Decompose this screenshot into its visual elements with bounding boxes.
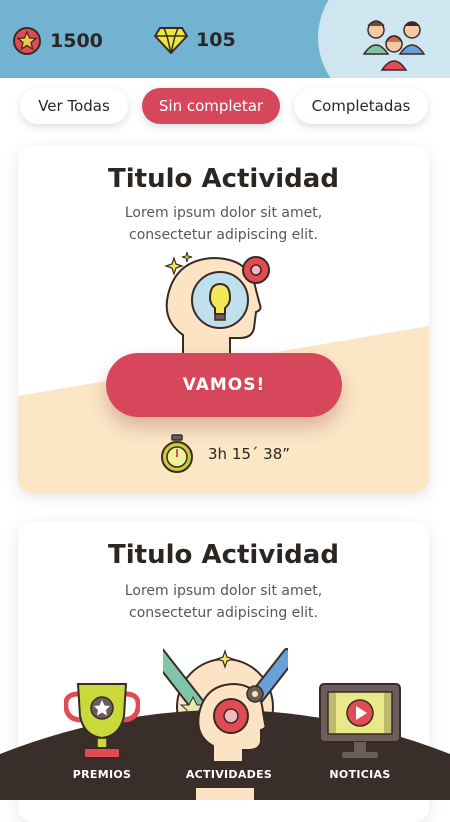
gem-icon xyxy=(154,27,188,54)
idea-head-icon xyxy=(164,251,270,360)
brain-gear-icon xyxy=(197,682,267,762)
filter-completed[interactable]: Completadas xyxy=(294,88,428,124)
filter-incomplete[interactable]: Sin completar xyxy=(142,88,280,124)
nav-label-noticias: NOTICIAS xyxy=(329,768,391,781)
gems-counter[interactable]: 105 xyxy=(154,26,236,54)
gems-value: 105 xyxy=(196,29,236,51)
nav-noticias[interactable]: NOTICIAS xyxy=(300,680,420,800)
nav-actividades[interactable]: ACTIVIDADES xyxy=(169,680,289,800)
card-timer: 3h 15´ 38” xyxy=(160,434,290,474)
video-screen-icon xyxy=(319,683,401,758)
nav-premios[interactable]: PREMIOS xyxy=(42,680,162,800)
top-bar: 1500 105 xyxy=(0,0,450,78)
activity-card[interactable]: Titulo Actividad Lorem ipsum dolor sit a… xyxy=(18,146,429,493)
card-desc-line2: consectetur adipiscing elit. xyxy=(129,227,318,243)
go-button[interactable]: VAMOS! xyxy=(106,353,342,417)
nav-label-actividades: ACTIVIDADES xyxy=(185,768,273,781)
stopwatch-icon xyxy=(161,434,193,473)
bottom-navigation: PREMIOS ACTIVIDADES NOTICIAS xyxy=(0,680,450,800)
card-desc-line2: consectetur adipiscing elit. xyxy=(129,605,318,621)
card-title: Titulo Actividad xyxy=(108,540,339,570)
timer-value: 3h 15´ 38” xyxy=(208,445,291,463)
filter-all[interactable]: Ver Todas xyxy=(20,88,128,124)
card-desc-line1: Lorem ipsum dolor sit amet, xyxy=(124,583,323,599)
trophy-icon xyxy=(64,683,140,759)
family-avatar-icon[interactable] xyxy=(362,10,426,72)
coins-counter[interactable]: 1500 xyxy=(12,26,103,56)
card-desc-line1: Lorem ipsum dolor sit amet, xyxy=(124,205,323,221)
star-coin-icon xyxy=(13,27,41,55)
filter-tabs: Ver Todas Sin completar Completadas xyxy=(0,88,450,128)
card-title: Titulo Actividad xyxy=(108,164,339,194)
nav-label-premios: PREMIOS xyxy=(72,768,132,781)
coins-value: 1500 xyxy=(50,30,103,52)
